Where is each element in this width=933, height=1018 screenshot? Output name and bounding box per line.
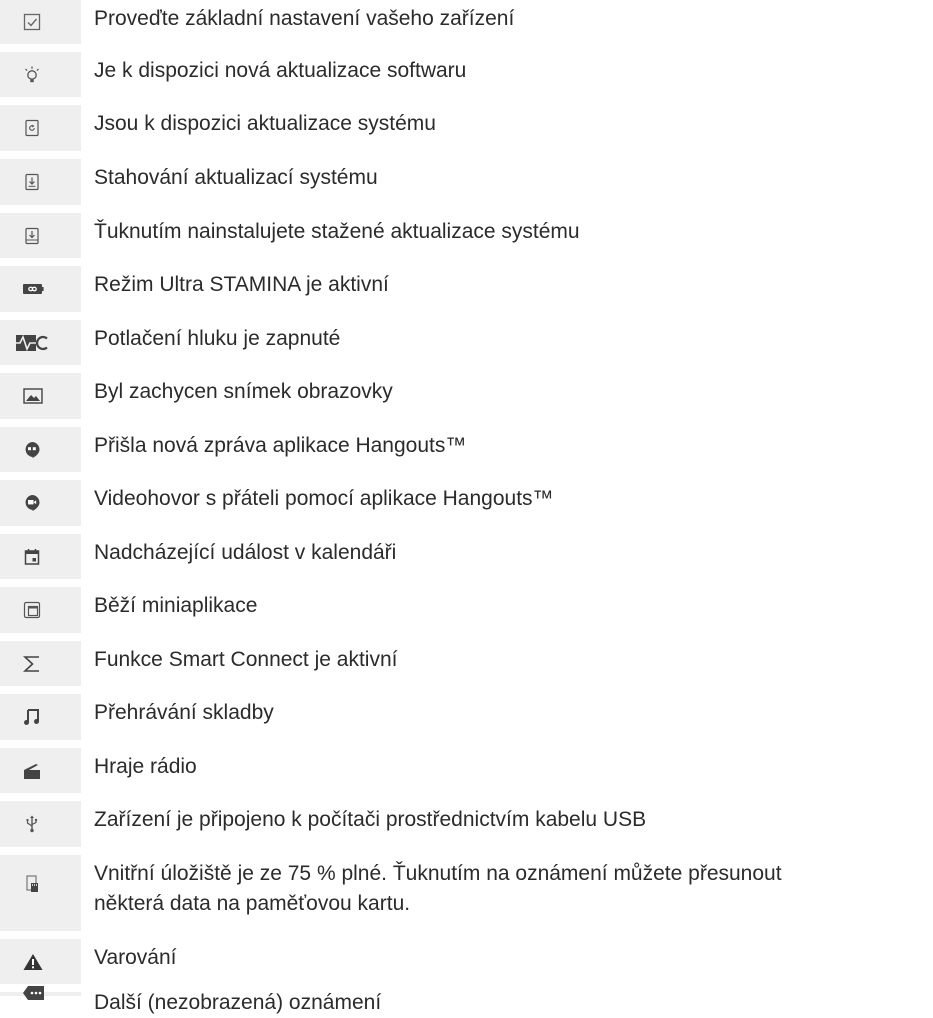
row-description: Běží miniaplikace xyxy=(94,594,258,617)
mini-apps-icon xyxy=(23,601,41,619)
icon-cell xyxy=(0,748,81,793)
usb-icon xyxy=(26,815,38,833)
row-description: Videohovor s přáteli pomocí aplikace Han… xyxy=(94,487,554,510)
table-row: Vnitřní úložiště je ze 75 % plné. Ťuknut… xyxy=(0,855,933,931)
icon-cell xyxy=(0,320,81,365)
row-description: Nadcházející událost v kalendáři xyxy=(94,541,397,564)
row-description: Varování xyxy=(94,946,177,969)
table-row: Proveďte základní nastavení vašeho zaříz… xyxy=(0,0,933,44)
row-description: Byl zachycen snímek obrazovky xyxy=(94,380,393,403)
table-row: Byl zachycen snímek obrazovky xyxy=(0,373,933,419)
table-row: Přehrávání skladby xyxy=(0,694,933,740)
icon-cell xyxy=(0,52,81,97)
row-description: Stahování aktualizací systému xyxy=(94,166,378,189)
icon-cell xyxy=(0,105,81,151)
icon-cell xyxy=(0,694,81,740)
icon-cell xyxy=(0,855,81,931)
notification-icons-table: Proveďte základní nastavení vašeho zaříz… xyxy=(0,0,933,1014)
table-row: Přišla nová zpráva aplikace Hangouts™ xyxy=(0,427,933,472)
system-update-icon xyxy=(25,119,39,137)
icon-cell xyxy=(0,266,81,312)
icon-cell xyxy=(0,986,81,1000)
more-notifications-icon xyxy=(23,986,44,1000)
row-description: Potlačení hluku je zapnuté xyxy=(94,327,341,350)
icon-cell xyxy=(0,641,81,686)
row-description: Přehrávání skladby xyxy=(94,701,274,724)
row-description: Proveďte základní nastavení vašeho zaříz… xyxy=(94,7,515,30)
table-row: Potlačení hluku je zapnuté xyxy=(0,320,933,365)
ultra-stamina-icon xyxy=(23,284,44,294)
hangouts-video-icon xyxy=(25,495,40,511)
icon-cell xyxy=(0,373,81,419)
install-update-icon xyxy=(25,227,39,244)
icon-cell xyxy=(0,587,81,633)
icon-cell xyxy=(0,159,81,205)
table-row: Nadcházející událost v kalendáři xyxy=(0,534,933,579)
row-description: Hraje rádio xyxy=(94,755,197,778)
row-description: Zařízení je připojeno k počítači prostře… xyxy=(94,808,647,831)
noise-cancelling-icon xyxy=(16,334,48,351)
icon-cell xyxy=(0,480,81,526)
icon-cell xyxy=(0,427,81,472)
row-description: Vnitřní úložiště je ze 75 % plné. Ťuknut… xyxy=(94,862,782,915)
row-description: Přišla nová zpráva aplikace Hangouts™ xyxy=(94,434,467,457)
download-update-icon xyxy=(25,173,39,191)
calendar-icon xyxy=(24,548,40,565)
row-description: Další (nezobrazená) oznámení xyxy=(94,991,382,1014)
table-row: Hraje rádio xyxy=(0,748,933,793)
smart-connect-icon xyxy=(23,655,39,672)
table-row: Režim Ultra STAMINA je aktivní xyxy=(0,266,933,312)
row-description: Je k dispozici nová aktualizace softwaru xyxy=(94,59,467,82)
table-row: Varování xyxy=(0,939,933,984)
row-description: Funkce Smart Connect je aktivní xyxy=(94,648,398,671)
table-row: Běží miniaplikace xyxy=(0,587,933,633)
icon-cell xyxy=(0,534,81,579)
music-note-icon xyxy=(24,709,39,725)
table-row: Jsou k dispozici aktualizace systému xyxy=(0,105,933,151)
storage-icon xyxy=(26,875,38,892)
row-description: Jsou k dispozici aktualizace systému xyxy=(94,112,436,135)
lightbulb-icon xyxy=(25,66,39,82)
table-row: Stahování aktualizací systému xyxy=(0,159,933,205)
table-row: Videohovor s přáteli pomocí aplikace Han… xyxy=(0,480,933,526)
row-description: Režim Ultra STAMINA je aktivní xyxy=(94,273,389,296)
table-row: Funkce Smart Connect je aktivní xyxy=(0,641,933,686)
screenshot-icon xyxy=(23,388,43,404)
icon-cell xyxy=(0,939,81,984)
icon-cell xyxy=(0,0,81,44)
warning-icon xyxy=(23,953,43,970)
hangouts-message-icon xyxy=(25,441,40,458)
radio-icon xyxy=(24,763,40,779)
icon-cell xyxy=(0,801,81,847)
table-row: Zařízení je připojeno k počítači prostře… xyxy=(0,801,933,847)
checkbox-icon xyxy=(23,13,41,31)
row-description: Ťuknutím nainstalujete stažené aktualiza… xyxy=(94,220,580,243)
icon-cell xyxy=(0,213,81,258)
table-row: Ťuknutím nainstalujete stažené aktualiza… xyxy=(0,213,933,258)
table-row: Je k dispozici nová aktualizace softwaru xyxy=(0,52,933,97)
